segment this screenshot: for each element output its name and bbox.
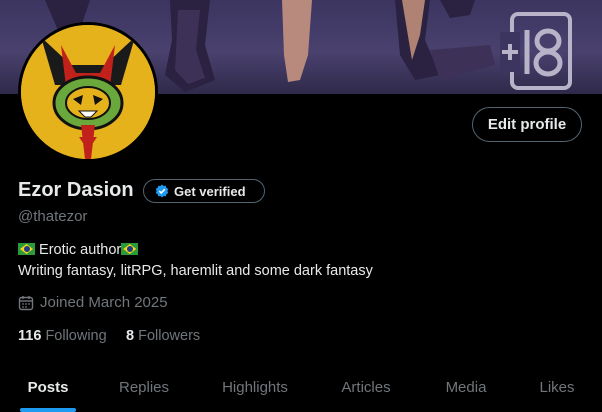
get-verified-label: Get verified (174, 183, 246, 199)
tab-replies[interactable]: Replies (96, 362, 192, 412)
bio-line-2: Writing fantasy, litRPG, haremlit and so… (18, 262, 373, 279)
verified-badge-icon (155, 184, 169, 198)
demon-mask-avatar-image (21, 25, 155, 159)
profile-handle: @thatezor (18, 208, 88, 225)
bio-line-1-text: Erotic author (39, 242, 122, 258)
avatar[interactable] (18, 22, 158, 162)
get-verified-button[interactable]: Get verified (143, 179, 265, 203)
followers-link[interactable]: 8 Followers (126, 328, 200, 344)
active-tab-indicator (20, 408, 76, 412)
following-label: Following (45, 328, 107, 344)
adult-rating-badge (500, 12, 574, 90)
tab-media[interactable]: Media (414, 362, 518, 412)
calendar-icon (18, 295, 34, 310)
bio-line-1: Erotic author (18, 240, 373, 261)
joined-date-text: Joined March 2025 (40, 294, 168, 311)
tab-highlights[interactable]: Highlights (192, 362, 318, 412)
following-link[interactable]: 116 Following (18, 328, 107, 344)
tab-posts[interactable]: Posts (0, 362, 96, 412)
brazil-flag-icon (18, 243, 35, 255)
followers-count: 8 (126, 328, 135, 344)
tab-articles[interactable]: Articles (318, 362, 414, 412)
tab-likes[interactable]: Likes (518, 362, 596, 412)
profile-name: Ezor Dasion (18, 179, 134, 201)
following-count: 116 (18, 328, 42, 344)
edit-profile-button[interactable]: Edit profile (472, 107, 582, 142)
profile-tabs: Posts Replies Highlights Articles Media … (0, 362, 602, 412)
brazil-flag-icon (121, 243, 139, 255)
joined-date: Joined March 2025 (18, 294, 168, 311)
profile-bio: Erotic author Writing fantasy, litRPG, h… (18, 240, 373, 281)
followers-label: Followers (138, 328, 201, 344)
